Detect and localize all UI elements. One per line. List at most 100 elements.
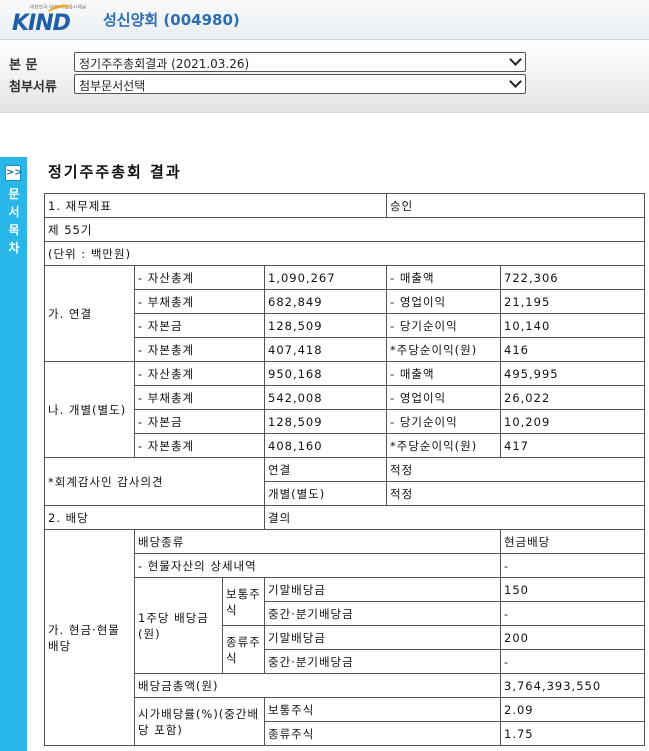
cell: 408,160 bbox=[263, 433, 388, 458]
toc-label-char: 문 bbox=[8, 187, 20, 201]
toc-label-char: 서 bbox=[8, 205, 20, 219]
cell: 1,090,267 bbox=[263, 265, 388, 290]
kind-logo[interactable]: 대한민국 대표 기업공시채널 KIND bbox=[10, 1, 86, 37]
cell: - 부채총계 bbox=[134, 385, 265, 410]
document-title: 정기주주총회 결과 bbox=[48, 163, 182, 181]
table-row: - 자본총계 407,418 *주당순이익(원) 416 bbox=[45, 337, 646, 362]
cell: - 자산총계 bbox=[134, 361, 265, 386]
cell: 128,509 bbox=[263, 313, 388, 338]
attachment-row: 첨부서류 첨부문서선택 bbox=[0, 74, 649, 96]
toc-expand-button[interactable]: >> bbox=[5, 165, 23, 181]
cell: 3,764,393,550 bbox=[500, 673, 646, 698]
cell: 기말배당금 bbox=[263, 577, 502, 602]
meeting-result-table: 1. 재무제표 승인 제 55기 (단위 : 백만원) 가. 연결 - 자산총계… bbox=[43, 193, 646, 746]
cell: - 현물자산의 상세내역 bbox=[133, 553, 502, 578]
cell: 682,849 bbox=[263, 289, 388, 314]
toc-label-char: 차 bbox=[8, 241, 20, 255]
toc-label: 문 서 목 차 bbox=[7, 185, 21, 257]
cell: 417 bbox=[500, 433, 646, 458]
cell: 결의 bbox=[263, 505, 646, 530]
cell: 배당금총액(원) bbox=[133, 673, 502, 698]
table-row: 배당금총액(원) 3,764,393,550 bbox=[45, 673, 646, 698]
table-row: 나. 개별(별도) - 자산총계 950,168 - 매출액 495,995 bbox=[44, 361, 646, 458]
cell: 495,995 bbox=[500, 361, 646, 386]
chevron-down-icon bbox=[509, 53, 522, 66]
cell: 10,140 bbox=[500, 313, 646, 338]
main-doc-select-value: 정기주주총회결과 (2021.03.26) bbox=[79, 57, 250, 71]
attachment-select[interactable]: 첨부문서선택 bbox=[74, 74, 526, 94]
cell: 950,168 bbox=[263, 361, 388, 386]
cell: 개별(별도) bbox=[263, 481, 388, 506]
toc-label-char: 목 bbox=[8, 223, 20, 237]
cell: - 부채총계 bbox=[134, 289, 265, 314]
cell: 중간·분기배당금 bbox=[263, 649, 502, 674]
cell: 중간·분기배당금 bbox=[263, 601, 502, 626]
table-row: 가. 현금·현물배당 배당종류 현금배당 bbox=[44, 529, 646, 746]
cell: 나. 개별(별도) bbox=[44, 361, 135, 458]
cell: 542,008 bbox=[263, 385, 388, 410]
table-row: - 자본총계 408,160 *주당순이익(원) 417 bbox=[45, 433, 646, 458]
cell: - bbox=[500, 553, 646, 578]
cell: 128,509 bbox=[263, 409, 388, 434]
cell: - 자본총계 bbox=[134, 433, 265, 458]
cell: 1.75 bbox=[500, 721, 646, 746]
cell: 1. 재무제표 bbox=[43, 193, 388, 218]
main-doc-select[interactable]: 정기주주총회결과 (2021.03.26) bbox=[74, 52, 526, 72]
cell: 적정 bbox=[386, 457, 646, 482]
cell: 2. 배당 bbox=[44, 505, 265, 530]
cell: - 당기순이익 bbox=[386, 409, 502, 434]
cell: *주당순이익(원) bbox=[386, 337, 502, 362]
document-selector-bar: 본 문 정기주주총회결과 (2021.03.26) 첨부서류 첨부문서선택 bbox=[0, 41, 649, 113]
table-row: (단위 : 백만원) bbox=[43, 241, 646, 266]
attachment-label: 첨부서류 bbox=[9, 80, 57, 95]
main-doc-row: 본 문 정기주주총회결과 (2021.03.26) bbox=[0, 52, 649, 74]
logo-word: KIND bbox=[12, 11, 71, 36]
cell: 722,306 bbox=[500, 265, 646, 290]
table-row: 제 55기 bbox=[43, 217, 646, 242]
cell: 현금배당 bbox=[500, 529, 646, 554]
table-row: - 자본금 128,509 - 당기순이익 10,209 bbox=[45, 409, 646, 434]
cell: 150 bbox=[500, 577, 646, 602]
cell: 407,418 bbox=[263, 337, 388, 362]
cell: (단위 : 백만원) bbox=[43, 241, 646, 266]
cell: *주당순이익(원) bbox=[386, 433, 502, 458]
cell: 시가배당률(%)(중간배당 포함) bbox=[134, 697, 265, 746]
attachment-select-value: 첨부문서선택 bbox=[79, 79, 146, 93]
cell: 제 55기 bbox=[43, 217, 646, 242]
cell: 2.09 bbox=[500, 697, 646, 722]
cell: - 자본금 bbox=[134, 313, 265, 338]
company-title: 성신양회 (004980) bbox=[103, 11, 240, 29]
cell: 종류주식 bbox=[222, 625, 265, 674]
cell: - 영업이익 bbox=[386, 289, 502, 314]
cell: *회계감사인 감사의견 bbox=[44, 457, 265, 506]
cell: 연결 bbox=[263, 457, 388, 482]
cell: - 영업이익 bbox=[386, 385, 502, 410]
cell: - 자산총계 bbox=[134, 265, 265, 290]
cell: 배당종류 bbox=[133, 529, 502, 554]
table-row: - 부채총계 542,008 - 영업이익 26,022 bbox=[45, 385, 646, 410]
table-row: 1주당 배당금(원) 보통주식 기말배당금 150 bbox=[45, 577, 646, 674]
chevron-down-icon bbox=[509, 75, 522, 88]
cell: 기말배당금 bbox=[263, 625, 502, 650]
table-row: - 현물자산의 상세내역 - bbox=[45, 553, 646, 578]
cell: 10,209 bbox=[500, 409, 646, 434]
table-row: 1. 재무제표 승인 bbox=[43, 193, 646, 218]
cell: - bbox=[500, 649, 646, 674]
toc-sidebar[interactable]: >> 문 서 목 차 bbox=[0, 157, 27, 751]
table-row: *회계감사인 감사의견 연결 적정 bbox=[44, 457, 646, 506]
cell: 416 bbox=[500, 337, 646, 362]
cell: 가. 연결 bbox=[44, 265, 135, 362]
cell: 승인 bbox=[386, 193, 646, 218]
table-row: - 부채총계 682,849 - 영업이익 21,195 bbox=[45, 289, 646, 314]
cell: 1주당 배당금(원) bbox=[134, 577, 223, 674]
table-row: 시가배당률(%)(중간배당 포함) 보통주식 2.09 bbox=[45, 697, 646, 746]
cell: - 매출액 bbox=[386, 265, 502, 290]
cell: - 자본금 bbox=[134, 409, 265, 434]
table-row: 가. 연결 - 자산총계 1,090,267 - 매출액 722,306 bbox=[44, 265, 646, 362]
table-row: - 자본금 128,509 - 당기순이익 10,140 bbox=[45, 313, 646, 338]
cell: 보통주식 bbox=[222, 577, 265, 626]
cell: 가. 현금·현물배당 bbox=[44, 529, 135, 746]
cell: 보통주식 bbox=[263, 697, 502, 722]
cell: 21,195 bbox=[500, 289, 646, 314]
cell: 종류주식 bbox=[263, 721, 502, 746]
